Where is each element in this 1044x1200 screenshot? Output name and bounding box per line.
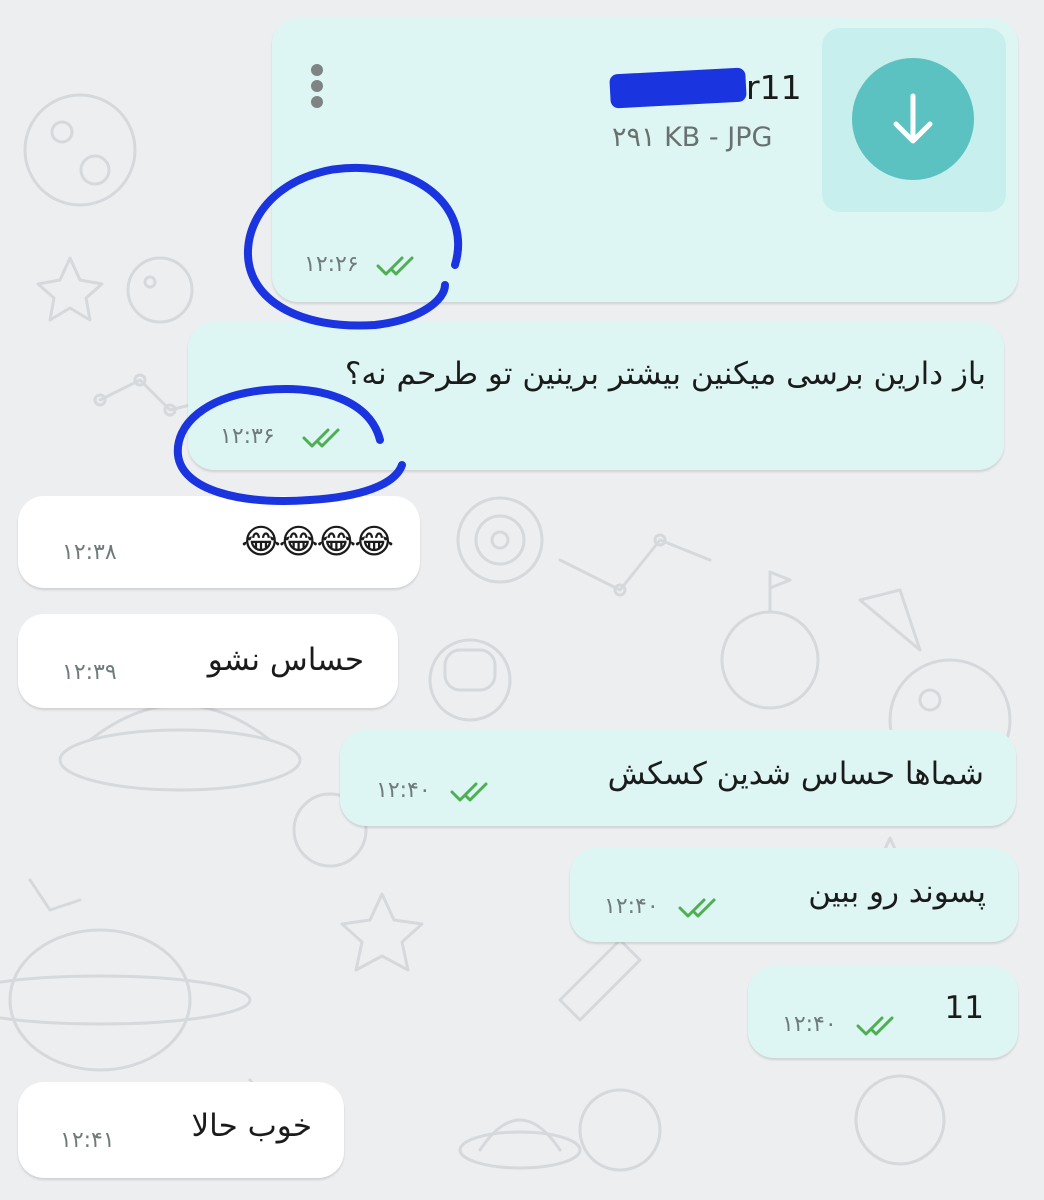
outgoing-message-bubble[interactable]: پسوند رو ببین ۱۲:۴۰ xyxy=(570,848,1018,942)
incoming-message-bubble[interactable]: حساس نشو ۱۲:۳۹ xyxy=(18,614,398,708)
message-time: ۱۲:۴۱ xyxy=(60,1128,115,1153)
download-arrow-icon xyxy=(893,93,933,144)
message-time: ۱۲:۴۰ xyxy=(376,778,431,803)
message-text: شماها حساس شدین کسکش xyxy=(607,756,984,792)
message-time: ۱۲:۴۰ xyxy=(604,894,659,919)
incoming-message-bubble[interactable]: خوب حالا ۱۲:۴۱ xyxy=(18,1082,344,1178)
file-meta: ۲۹۱ KB - JPG xyxy=(612,122,773,153)
message-text: پسوند رو ببین xyxy=(808,874,986,910)
message-text: 11 xyxy=(944,990,984,1026)
message-time: ۱۲:۲۶ xyxy=(304,252,359,277)
file-name: r11 xyxy=(609,66,802,110)
message-text: خوب حالا xyxy=(191,1108,312,1144)
message-text: حساس نشو xyxy=(207,642,364,678)
message-time: ۱۲:۳۶ xyxy=(220,424,275,449)
message-text: 😂😂😂😂 xyxy=(241,522,394,562)
message-time: ۱۲:۳۸ xyxy=(62,540,117,565)
outgoing-message-bubble[interactable]: باز دارین برسی میکنین بیشتر برینین تو طر… xyxy=(188,322,1004,470)
file-message-bubble[interactable]: r11 ۲۹۱ KB - JPG ۱۲:۲۶ xyxy=(272,18,1018,302)
read-ticks-icon xyxy=(302,428,340,448)
read-ticks-icon xyxy=(450,782,488,802)
read-ticks-icon xyxy=(856,1016,894,1036)
download-button[interactable] xyxy=(852,58,974,180)
more-vertical-icon[interactable] xyxy=(302,62,332,122)
file-name-redaction xyxy=(609,66,747,109)
outgoing-message-bubble[interactable]: 11 ۱۲:۴۰ xyxy=(748,966,1018,1058)
file-name-suffix: r11 xyxy=(746,68,802,107)
message-time: ۱۲:۳۹ xyxy=(62,660,117,685)
message-text: باز دارین برسی میکنین بیشتر برینین تو طر… xyxy=(344,356,986,392)
read-ticks-icon xyxy=(678,898,716,918)
read-ticks-icon xyxy=(376,256,414,276)
incoming-message-bubble[interactable]: 😂😂😂😂 ۱۲:۳۸ xyxy=(18,496,420,588)
message-time: ۱۲:۴۰ xyxy=(782,1012,837,1037)
outgoing-message-bubble[interactable]: شماها حساس شدین کسکش ۱۲:۴۰ xyxy=(340,730,1016,826)
download-panel[interactable] xyxy=(822,28,1006,212)
